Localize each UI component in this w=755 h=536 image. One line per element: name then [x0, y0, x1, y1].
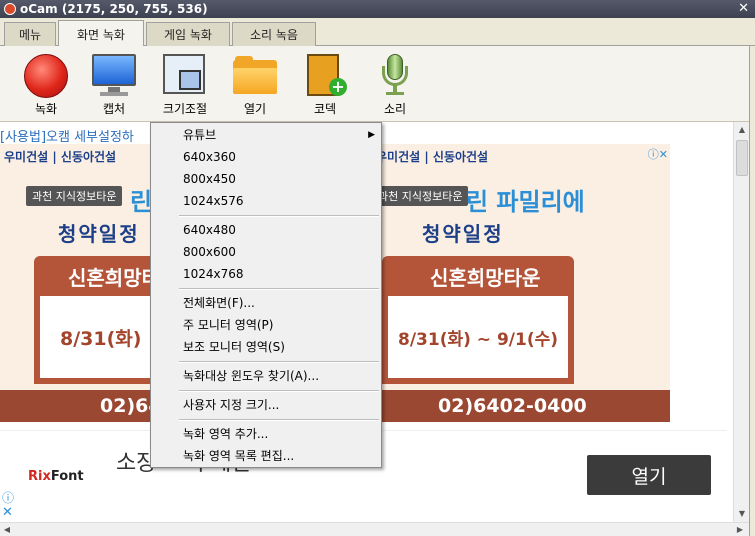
resize-label: 크기조절 [162, 102, 208, 116]
menu-item-fullscreen[interactable]: 전체화면(F)... [151, 292, 381, 314]
ad-date: 8/31(화) ~ [34, 296, 150, 384]
record-label: 녹화 [34, 102, 58, 116]
ad-subtitle: 청약일정 [422, 222, 504, 246]
ad-chip: 과천 지식정보타운 [372, 186, 469, 206]
ad-headline: 린 [130, 188, 150, 216]
scroll-right-icon[interactable]: ▶ [733, 523, 747, 536]
ad-banner-title: 신혼희망타운 [34, 256, 150, 296]
menu-item-1024x768[interactable]: 1024x768 [151, 263, 381, 285]
scroll-left-icon[interactable]: ◀ [0, 523, 14, 536]
menu-separator [151, 212, 381, 219]
resize-button[interactable]: 크기조절 [155, 52, 215, 116]
info-icon[interactable]: ⓘ [2, 489, 14, 506]
horizontal-scrollbar[interactable]: ◀ ▶ [0, 522, 749, 536]
ad-chip: 과천 지식정보타운 [26, 186, 123, 206]
submenu-arrow-icon: ▶ [368, 130, 375, 140]
record-icon [24, 54, 68, 98]
menu-item-640x480[interactable]: 640x480 [151, 219, 381, 241]
ad-open-button[interactable]: 열기 [587, 455, 711, 495]
scroll-thumb[interactable] [736, 140, 748, 176]
tab-screen-record[interactable]: 화면 녹화 [58, 20, 144, 47]
toolbar: 녹화 캡처 크기조절 열기 + 코덱 소리 [0, 46, 755, 122]
codec-button[interactable]: + 코덱 [295, 52, 355, 116]
menu-separator [151, 416, 381, 423]
menu-item-1024x576[interactable]: 1024x576 [151, 190, 381, 212]
open-button[interactable]: 열기 [225, 52, 285, 116]
codec-icon: + [301, 52, 349, 98]
ad-headline: 린 파밀리에 [466, 188, 585, 216]
ad-date: 8/31(화) ~ 9/1(수) [382, 296, 574, 384]
capture-label: 캡처 [102, 102, 126, 116]
resize-context-menu: 유튜브 ▶ 640x360 800x450 1024x576 640x480 80… [150, 122, 382, 468]
sound-button[interactable]: 소리 [365, 52, 425, 116]
ad-banner-right[interactable]: 우미건설 | 신동아건설 ⓘ✕ 과천 지식정보타운 린 파밀리에 청약일정 신혼… [372, 144, 670, 422]
menu-separator [151, 387, 381, 394]
ad-banner-title: 신혼희망타운 [382, 256, 574, 296]
window-title: oCam (2175, 250, 755, 536) [20, 2, 208, 16]
menu-item-800x450[interactable]: 800x450 [151, 168, 381, 190]
tab-sound-record[interactable]: 소리 녹음 [232, 22, 316, 46]
ad-brands: 우미건설 | 신동아건설 [4, 150, 117, 164]
capture-button[interactable]: 캡처 [84, 52, 144, 116]
record-button[interactable]: 녹화 [16, 52, 76, 116]
ad-phone: 02)64 [0, 390, 150, 422]
menu-item-custom-size[interactable]: 사용자 지정 크기... [151, 394, 381, 416]
menu-item-secondary-monitor[interactable]: 보조 모니터 영역(S) [151, 336, 381, 358]
scroll-up-icon[interactable]: ▲ [734, 122, 750, 138]
vertical-scrollbar[interactable]: ▲ ▼ [733, 122, 749, 522]
sound-label: 소리 [383, 102, 407, 116]
title-bar: oCam (2175, 250, 755, 536) ✕ [0, 0, 755, 18]
ad-subtitle: 청약일정 [58, 222, 140, 246]
menu-item-primary-monitor[interactable]: 주 모니터 영역(P) [151, 314, 381, 336]
tab-bar: 메뉴 화면 녹화 게임 녹화 소리 녹음 [0, 18, 755, 47]
ad-brands: 우미건설 | 신동아건설 [376, 150, 489, 164]
menu-item-edit-region-list[interactable]: 녹화 영역 목록 편집... [151, 445, 381, 467]
menu-item-youtube[interactable]: 유튜브 ▶ [151, 124, 381, 146]
menu-item-find-window[interactable]: 녹화대상 윈도우 찾기(A)... [151, 365, 381, 387]
close-icon[interactable]: ✕ [2, 505, 13, 520]
resize-icon [161, 52, 209, 98]
close-icon[interactable]: ✕ [738, 1, 749, 16]
menu-separator [151, 358, 381, 365]
folder-icon [231, 52, 279, 98]
rixfont-logo: RixFont [28, 469, 84, 484]
menu-separator [151, 285, 381, 292]
tab-menu[interactable]: 메뉴 [4, 22, 56, 46]
tab-game-record[interactable]: 게임 녹화 [146, 22, 230, 46]
ad-banner-left[interactable]: 우미건설 | 신동아건설 과천 지식정보타운 린 청약일정 신혼희망타운 8/3… [0, 144, 150, 422]
window-border [749, 46, 755, 536]
menu-item-add-region[interactable]: 녹화 영역 추가... [151, 423, 381, 445]
codec-label: 코덱 [313, 102, 337, 116]
open-label: 열기 [243, 102, 267, 116]
ocam-app-icon [4, 3, 16, 15]
scroll-down-icon[interactable]: ▼ [734, 506, 750, 522]
usage-link[interactable]: [사용법]오캠 세부설정하 [0, 126, 134, 145]
menu-item-800x600[interactable]: 800x600 [151, 241, 381, 263]
ad-phone: 02)6402-0400 [372, 390, 670, 422]
microphone-icon [371, 52, 419, 98]
adchoices-icon[interactable]: ⓘ✕ [648, 146, 668, 162]
menu-item-640x360[interactable]: 640x360 [151, 146, 381, 168]
monitor-icon [90, 52, 138, 98]
